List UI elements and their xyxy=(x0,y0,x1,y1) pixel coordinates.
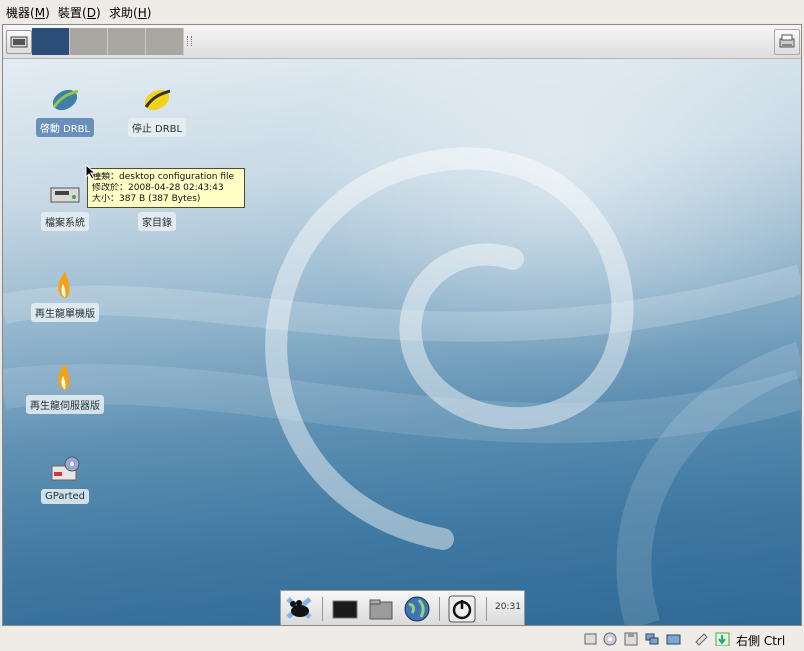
workspace-2[interactable] xyxy=(70,28,108,55)
workspace-3[interactable] xyxy=(108,28,146,55)
host-key-label: 右側 Ctrl xyxy=(736,634,786,648)
terminal-icon xyxy=(332,600,358,619)
network-icon[interactable] xyxy=(645,632,660,646)
file-manager-button[interactable] xyxy=(367,595,395,623)
desktop-icon-label: 再生龍伺服器版 xyxy=(26,395,104,414)
menubar: 機器(M) 裝置(D) 求助(H) xyxy=(0,0,804,23)
desktop-icon-label: GParted xyxy=(41,489,89,504)
clonezilla-flame-icon xyxy=(58,272,70,298)
tooltip-modified: 修改於：2008-04-28 02:43:43 xyxy=(92,183,224,193)
menu-machine[interactable]: 機器(M) xyxy=(6,4,50,21)
show-desktop-button[interactable] xyxy=(6,30,32,54)
menu-help[interactable]: 求助(H) xyxy=(109,4,151,21)
show-desktop-icon xyxy=(10,36,28,48)
workspace-4[interactable] xyxy=(146,28,184,55)
printer-button[interactable] xyxy=(774,29,800,55)
vm-display[interactable]: 啓動 DRBL 停止 DRBL 檔案系統 家目錄 再生龍單機版 再生龍伺服器版 xyxy=(2,24,802,626)
tooltip-type: 種類：desktop configuration file xyxy=(92,172,235,182)
power-button[interactable] xyxy=(448,595,476,623)
power-icon xyxy=(448,595,476,623)
drbl-start-leaf-icon xyxy=(52,89,79,111)
drive-icon xyxy=(50,187,80,203)
clonezilla-flame-icon xyxy=(58,364,70,390)
mouse-integration-icon[interactable] xyxy=(715,632,730,646)
desktop-icon-label: 檔案系統 xyxy=(41,212,89,231)
clock[interactable]: 20:31 xyxy=(495,602,521,612)
gparted-icon xyxy=(51,456,80,481)
xfce-menu-button[interactable] xyxy=(285,595,313,623)
floppy-icon[interactable] xyxy=(624,632,639,646)
xfce-mouse-icon xyxy=(286,597,312,619)
tooltip-size: 大小：387 B (387 Bytes) xyxy=(92,194,201,204)
desktop-icon-clonezilla-server[interactable]: 再生龍伺服器版 xyxy=(23,362,107,414)
terminal-button[interactable] xyxy=(331,595,359,623)
desktop[interactable]: 啓動 DRBL 停止 DRBL 檔案系統 家目錄 再生龍單機版 再生龍伺服器版 xyxy=(3,59,801,625)
file-manager-icon xyxy=(369,599,393,620)
debian-swirl-wallpaper xyxy=(3,147,801,625)
vm-statusbar: 右側 Ctrl xyxy=(0,627,804,651)
desktop-icon-label: 家目錄 xyxy=(138,212,176,231)
desktop-icon-label: 停止 DRBL xyxy=(127,118,187,137)
cd-icon[interactable] xyxy=(603,632,618,646)
web-browser-globe-icon xyxy=(404,596,430,622)
mouse-cursor-icon xyxy=(85,164,97,180)
workspace-1[interactable] xyxy=(32,28,70,55)
shared-folder-icon[interactable] xyxy=(666,632,681,646)
desktop-icon-stop-drbl[interactable]: 停止 DRBL xyxy=(115,85,199,137)
usb-icon[interactable] xyxy=(694,632,709,646)
desktop-icon-clonezilla-live[interactable]: 再生龍單機版 xyxy=(23,270,107,322)
drbl-stop-leaf-icon xyxy=(144,89,171,111)
bottom-dock: 20:31 xyxy=(280,590,525,625)
printer-icon xyxy=(779,34,795,48)
desktop-icon-start-drbl[interactable]: 啓動 DRBL xyxy=(23,85,107,137)
menu-devices[interactable]: 裝置(D) xyxy=(58,4,101,21)
icon-tooltip: 種類：desktop configuration file 修改於：2008-0… xyxy=(87,168,245,208)
top-panel xyxy=(3,25,801,59)
hard-disk-icon[interactable] xyxy=(583,632,598,646)
panel-handle[interactable] xyxy=(187,36,192,46)
desktop-icon-label: 啓動 DRBL xyxy=(35,118,95,137)
desktop-icon-gparted[interactable]: GParted xyxy=(23,454,107,504)
web-browser-button[interactable] xyxy=(403,595,431,623)
desktop-icon-label: 再生龍單機版 xyxy=(31,303,99,322)
